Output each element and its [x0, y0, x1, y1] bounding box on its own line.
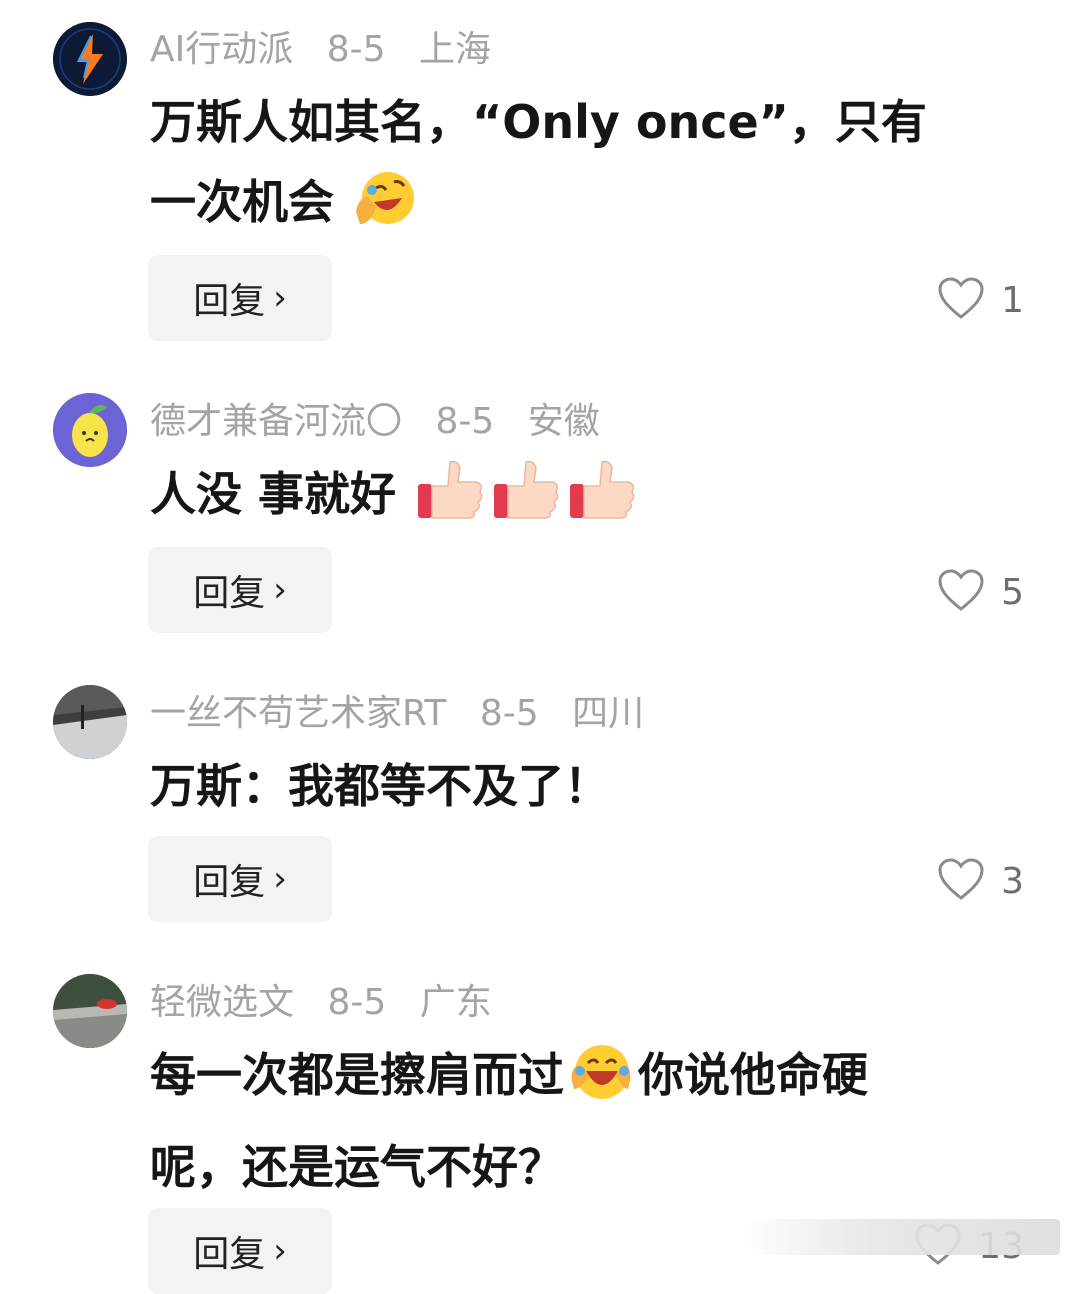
- comment-text-segment: 每一次都是擦肩而过: [150, 1048, 564, 1102]
- comment-text-segment: 你说他命硬: [638, 1048, 868, 1102]
- comment-text-line: 呢，还是运气不好？: [150, 1140, 564, 1194]
- chevron-right-icon: ›: [273, 1231, 287, 1271]
- comment-text-line: 每一次都是擦肩而过 你说他命硬: [150, 1035, 1010, 1127]
- comment-item: 轻微选文 8-5 广东 每一次都是擦肩而过 你说他命硬 呢，还是运气不好？ 回复…: [0, 0, 1080, 1294]
- watermark-overlay: [742, 1219, 1060, 1255]
- avatar[interactable]: [53, 974, 127, 1048]
- comment-meta: 轻微选文 8-5 广东: [150, 981, 514, 1025]
- username[interactable]: 轻微选文: [150, 982, 294, 1023]
- comment-location: 广东: [419, 982, 492, 1023]
- reply-label: 回复: [193, 1234, 266, 1275]
- comment-date: 8-5: [327, 982, 387, 1023]
- laughing-crying-emoji: [566, 1041, 636, 1127]
- comment-text: 每一次都是擦肩而过 你说他命硬 呢，还是运气不好？: [150, 1035, 1010, 1207]
- reply-button[interactable]: 回复 ›: [148, 1208, 332, 1294]
